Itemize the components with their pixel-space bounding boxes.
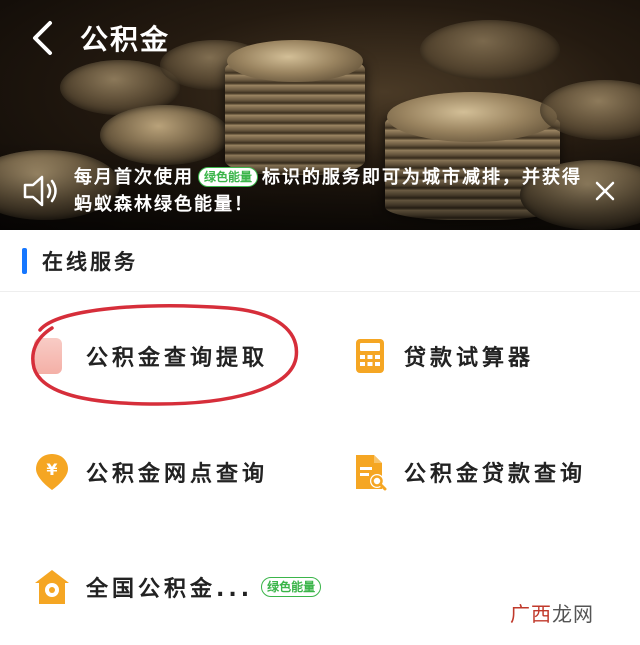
watermark-dark-text: 龙网 bbox=[552, 602, 594, 626]
chevron-left-icon bbox=[33, 21, 52, 55]
coin-stack-top bbox=[387, 92, 557, 142]
green-energy-badge: 绿色能量 bbox=[261, 577, 322, 597]
service-label: 全国公积金... bbox=[86, 577, 254, 602]
speaker-icon bbox=[23, 175, 57, 207]
header-banner: 公积金 每月首次使用 绿色能量 标识的服务即可为城市减排，并获得蚂蚁森林绿色能量！ bbox=[0, 0, 640, 230]
service-loan-query[interactable]: 公积金贷款查询 bbox=[350, 442, 586, 502]
service-loan-calculator[interactable]: 贷款试算器 bbox=[350, 326, 534, 386]
coin-decoration bbox=[420, 20, 560, 80]
coin-stack-top bbox=[227, 40, 363, 82]
section-header: 在线服务 bbox=[0, 230, 640, 292]
watermark-red-text: 广西 bbox=[510, 602, 552, 626]
notice-text-before: 每月首次使用 bbox=[74, 167, 194, 188]
service-fund-query-withdraw[interactable]: 公积金查询提取 bbox=[32, 326, 268, 386]
watermark: 广西龙网 bbox=[510, 598, 594, 627]
notice-text: 每月首次使用 绿色能量 标识的服务即可为城市减排，并获得蚂蚁森林绿色能量！ bbox=[74, 164, 584, 218]
service-national-fund[interactable]: 全国公积金... 绿色能量 bbox=[32, 557, 322, 617]
app-icon bbox=[32, 336, 72, 376]
section-accent-bar bbox=[22, 248, 27, 274]
svg-text:¥: ¥ bbox=[46, 460, 57, 479]
service-branch-query[interactable]: ¥ 公积金网点查询 bbox=[32, 442, 268, 502]
service-label: 公积金网点查询 bbox=[86, 462, 269, 487]
back-button[interactable] bbox=[22, 16, 62, 60]
notice-banner: 每月首次使用 绿色能量 标识的服务即可为城市减排，并获得蚂蚁森林绿色能量！ bbox=[0, 160, 640, 222]
section-title: 在线服务 bbox=[42, 250, 138, 274]
house-location-icon bbox=[35, 570, 69, 604]
green-energy-badge: 绿色能量 bbox=[198, 167, 259, 187]
calculator-icon bbox=[356, 339, 384, 373]
page-title: 公积金 bbox=[80, 23, 171, 56]
close-icon[interactable] bbox=[594, 180, 616, 202]
service-label: 贷款试算器 bbox=[404, 346, 535, 371]
location-yen-icon: ¥ bbox=[36, 454, 68, 490]
document-search-icon bbox=[356, 455, 387, 491]
service-label: 公积金贷款查询 bbox=[404, 462, 587, 487]
service-label: 公积金查询提取 bbox=[86, 346, 269, 371]
